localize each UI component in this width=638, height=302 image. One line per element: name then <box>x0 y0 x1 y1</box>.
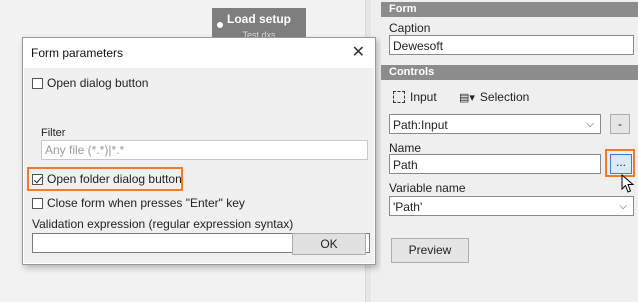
close-on-enter-label: Close form when presses "Enter" key <box>47 196 245 210</box>
open-dialog-button-option[interactable]: Open dialog button <box>32 76 148 90</box>
ok-button[interactable]: OK <box>292 233 366 255</box>
caption-label: Caption <box>389 21 431 35</box>
load-setup-node[interactable]: Load setup Test.dxs <box>212 8 306 40</box>
input-icon <box>393 91 405 103</box>
browse-highlight: ... <box>605 149 635 177</box>
input-tool-button[interactable]: Input <box>393 90 437 104</box>
open-folder-dialog-option[interactable]: Open folder dialog button <box>32 172 182 186</box>
open-folder-dialog-checkbox[interactable] <box>32 173 43 185</box>
input-tool-label: Input <box>410 90 437 104</box>
selection-icon: ▤▾ <box>459 91 475 104</box>
close-on-enter-option[interactable]: Close form when presses "Enter" key <box>32 196 245 210</box>
filter-label: Filter <box>41 127 66 139</box>
caption-input[interactable]: Dewesoft <box>389 35 634 55</box>
dialog-titlebar: Form parameters ✕ <box>23 38 375 68</box>
open-dialog-button-checkbox[interactable] <box>32 77 43 89</box>
validation-label: Validation expression (regular expressio… <box>32 217 294 231</box>
chevron-down-icon: ⌵ <box>586 119 594 130</box>
control-select[interactable]: Path:Input ⌵ <box>389 114 601 134</box>
open-dialog-button-label: Open dialog button <box>47 76 149 90</box>
filter-input[interactable]: Any file (*.*)|*.* <box>41 140 368 160</box>
browse-button[interactable]: ... <box>610 154 632 174</box>
variable-name-value: 'Path' <box>393 200 423 214</box>
close-on-enter-checkbox[interactable] <box>32 197 43 209</box>
open-folder-dialog-label: Open folder dialog button <box>47 172 182 186</box>
name-label: Name <box>389 141 422 155</box>
close-icon[interactable]: ✕ <box>352 42 365 62</box>
variable-name-select[interactable]: 'Path' ⌵ <box>389 196 634 216</box>
node-title: Load setup <box>226 12 291 26</box>
variable-name-label: Variable name <box>389 181 466 195</box>
properties-panel: Form Caption Dewesoft Controls Input ▤▾ … <box>381 0 638 302</box>
mouse-cursor-icon <box>621 174 635 193</box>
remove-control-button[interactable]: - <box>610 114 630 134</box>
selection-tool-button[interactable]: ▤▾ Selection <box>459 90 529 104</box>
form-section-header: Form <box>381 2 638 17</box>
name-input[interactable]: Path <box>389 154 601 174</box>
chevron-down-icon: ⌵ <box>619 201 627 212</box>
control-select-value: Path:Input <box>393 118 448 132</box>
form-parameters-dialog: Form parameters ✕ Open dialog button Fil… <box>22 37 376 265</box>
preview-button[interactable]: Preview <box>391 238 469 263</box>
dialog-body: Open dialog button Filter Any file (*.*)… <box>24 68 374 263</box>
dialog-title: Form parameters <box>31 46 124 60</box>
controls-section-header: Controls <box>381 65 638 80</box>
selection-tool-label: Selection <box>479 90 530 104</box>
